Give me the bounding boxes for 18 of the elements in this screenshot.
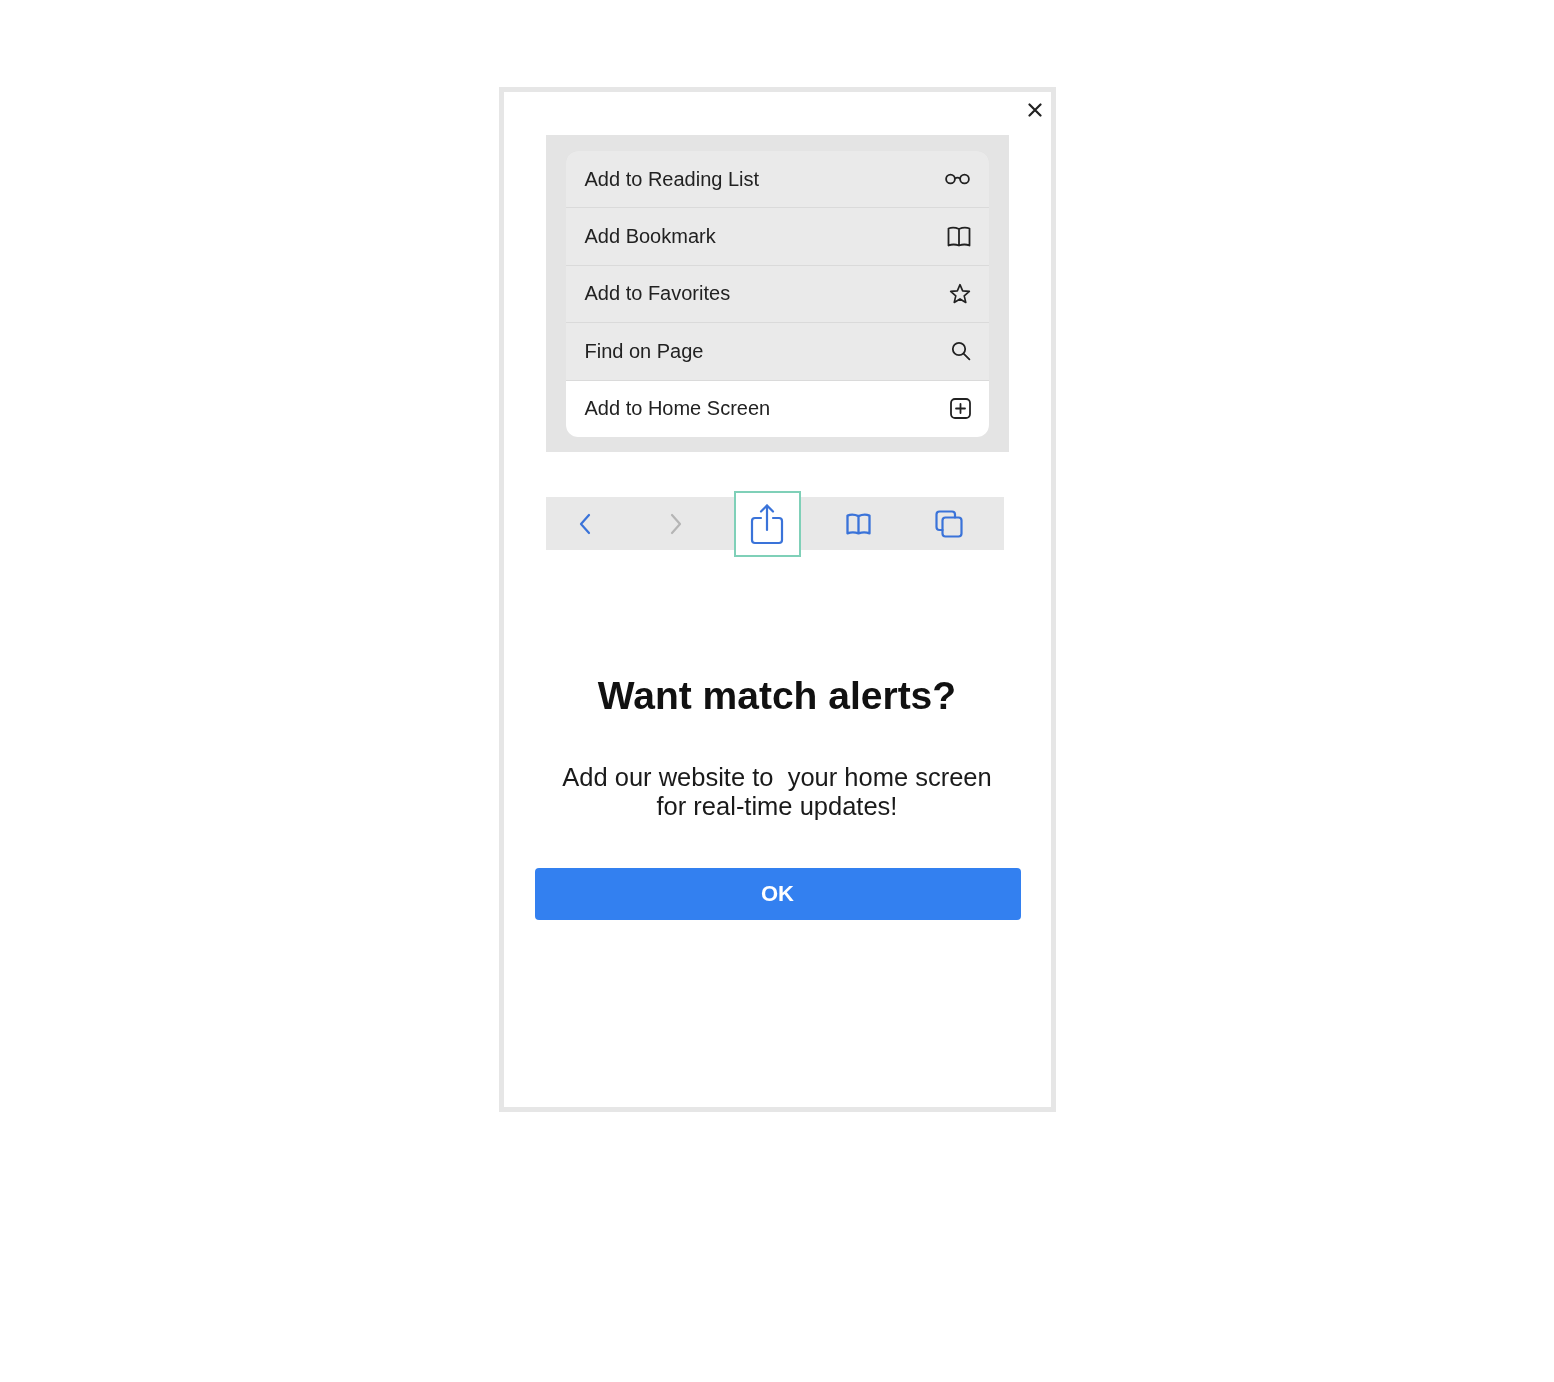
menu-item[interactable]: Find on Page [565, 323, 989, 380]
star-icon [948, 282, 971, 305]
dialog-message: Add our website to your home screen for real-time updates! [561, 763, 993, 821]
menu-item[interactable]: Add to Favorites [565, 265, 989, 323]
glasses-icon [943, 173, 971, 186]
menu-item[interactable]: Add to Home Screen [565, 380, 989, 437]
book-icon [946, 226, 971, 248]
close-icon[interactable] [1027, 103, 1042, 117]
search-icon [950, 341, 971, 362]
book-icon[interactable] [844, 512, 872, 535]
toolbar-button[interactable] [733, 490, 801, 557]
dialog-title: Want match alerts? [596, 673, 958, 719]
tabs-icon[interactable] [935, 509, 963, 538]
ok-button[interactable]: OK [534, 868, 1021, 920]
menu-item[interactable]: Add Bookmark [565, 208, 989, 265]
plus-square-icon [949, 398, 971, 420]
menu-item[interactable]: Add to Reading List [565, 151, 989, 208]
chevron-left-icon[interactable] [578, 512, 592, 535]
